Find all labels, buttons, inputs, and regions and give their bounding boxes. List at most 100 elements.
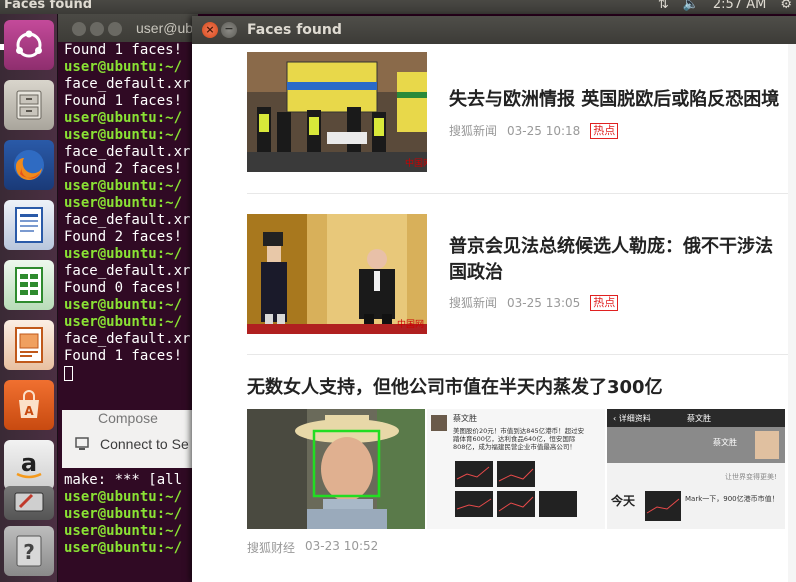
terminal-window[interactable]: user@ubuntu Found 1 faces!user@ubuntu:~/… [58,14,198,582]
maximize-icon[interactable] [108,22,122,36]
terminal-line: make: *** [all [64,472,183,488]
terminal-line: user@ubuntu:~/ [64,506,183,522]
running-indicator [0,44,4,50]
svg-text:中国网: 中国网 [405,157,427,169]
article-source: 搜狐新闻 [449,296,498,310]
terminal-line: user@ubuntu:~/ [64,59,183,75]
gallery-photo-face[interactable] [247,409,425,529]
terminal-line: user@ubuntu:~/ [64,195,183,211]
gear-icon[interactable]: ⚙ [780,0,792,11]
minimize-icon[interactable] [90,22,104,36]
monitor-icon [75,437,89,450]
panel2-name: 蔡文胜 [453,413,477,423]
terminal-line: Found 2 faces! [64,161,183,177]
svg-text:蔡文胜: 蔡文胜 [713,437,737,447]
article-headline[interactable]: 无数女人支持，但他公司市值在半天内蒸发了300亿 [247,373,663,399]
close-icon[interactable] [72,22,86,36]
news-article[interactable]: 中国网 失去与欧洲情报 英国脱欧后或陷反恐困境 搜狐新闻 03-25 10:18… [247,44,792,194]
faces-found-window[interactable]: × − Faces found 中国 失去与欧洲情报 英国脱欧后或陷反恐困境 搜… [192,16,796,582]
gallery-screenshot-profile[interactable]: ‹ 详细资料 蔡文胜 蔡文胜 让世界变得更美! 今天 Mark一下，900亿港币… [607,409,785,529]
top-panel: Faces found ⇅ 🔈 2:57 AM ⚙ [0,0,796,14]
article-source: 搜狐新闻 [449,124,498,138]
article-meta: 搜狐财经 03-23 10:52 [247,539,378,556]
calc-icon[interactable] [4,260,54,310]
impress-icon[interactable] [4,320,54,370]
window-title: Faces found [247,22,342,38]
news-feed[interactable]: 中国网 失去与欧洲情报 英国脱欧后或陷反恐困境 搜狐新闻 03-25 10:18… [192,44,796,582]
svg-text:?: ? [23,540,35,564]
terminal-line: Found 2 faces! [64,229,183,245]
article-time: 03-25 13:05 [507,295,581,310]
article-time: 03-25 10:18 [507,123,581,138]
shopping-bag-icon[interactable]: A [4,380,54,430]
minimize-icon[interactable]: − [221,22,237,38]
terminal-line: user@ubuntu:~/ [64,297,183,313]
terminal-line: user@ubuntu:~/ [64,523,183,539]
article-gallery[interactable]: 蔡文胜 美图股价20元！市值到达845亿港币！超过安 踏体育600亿，达利食品6… [247,409,787,529]
unity-launcher: A a ? [0,14,58,582]
faces-window-titlebar[interactable]: × − Faces found [192,16,796,44]
terminal-titlebar[interactable]: user@ubuntu [58,14,198,42]
terminal-title: user@ubuntu [136,20,198,36]
article-time: 03-23 10:52 [305,539,379,553]
terminal-line: face_default.xr [64,76,191,92]
news-article[interactable]: 中国网 普京会见法总统候选人勒庞：俄不干涉法国政治 搜狐新闻 03-25 13:… [247,194,792,355]
terminal-cursor [64,365,73,381]
menu-item-connect-label: Connect to Se [100,436,189,452]
article-meta: 搜狐新闻 03-25 13:05 热点 [449,294,619,311]
terminal-line: Found 1 faces! [64,42,183,58]
svg-text:‹ 详细资料: ‹ 详细资料 [613,413,651,423]
article-thumbnail[interactable]: 中国网 [247,214,427,334]
clock[interactable]: 2:57 AM [713,0,766,11]
file-cabinet-icon[interactable] [4,80,54,130]
writer-icon[interactable] [4,200,54,250]
menu-item-connect[interactable]: Connect to Se [74,436,189,452]
article-meta: 搜狐新闻 03-25 10:18 热点 [449,122,619,139]
amazon-icon[interactable]: a [4,440,54,490]
article-headline[interactable]: 普京会见法总统候选人勒庞：俄不干涉法国政治 [449,234,789,286]
terminal-line: user@ubuntu:~/ [64,178,183,194]
firefox-icon[interactable] [4,140,54,190]
terminal-line: face_default.xr [64,263,191,279]
svg-text:蔡文胜: 蔡文胜 [687,413,711,423]
terminal-line: user@ubuntu:~/ [64,489,183,505]
gallery-screenshot-weibo[interactable]: 蔡文胜 美图股价20元！市值到达845亿港币！超过安 踏体育600亿，达利食品6… [427,409,605,529]
terminal-output-lower[interactable]: make: *** [all user@ubuntu:~/user@ubuntu:… [64,472,182,557]
terminal-line: user@ubuntu:~/ [64,314,183,330]
terminal-line: Found 1 faces! [64,348,183,364]
context-menu: Compose Connect to Se [62,410,202,468]
terminal-line: face_default.xr [64,331,191,347]
terminal-line: face_default.xr [64,212,191,228]
svg-text:808亿，成为福建民营企业市值最高公司！: 808亿，成为福建民营企业市值最高公司！ [453,442,576,451]
news-article-gallery[interactable]: 无数女人支持，但他公司市值在半天内蒸发了300亿 蔡文胜 美图股价20元！市值到… [247,355,792,582]
network-icon[interactable]: ⇅ [658,0,669,11]
active-app-title: Faces found [4,0,93,12]
ubuntu-logo-icon[interactable] [4,20,54,70]
terminal-line: user@ubuntu:~/ [64,127,183,143]
system-tray: ⇅ 🔈 2:57 AM ⚙ [658,0,792,11]
terminal-line: user@ubuntu:~/ [64,110,183,126]
svg-text:Mark一下，900亿港币市值！: Mark一下，900亿港币市值！ [685,494,779,503]
hot-badge: 热点 [590,294,619,311]
terminal-line: user@ubuntu:~/ [64,540,183,556]
close-icon[interactable]: × [202,22,218,38]
svg-text:A: A [24,404,34,418]
settings-icon[interactable] [4,486,54,520]
svg-text:a: a [21,449,37,477]
article-thumbnail[interactable]: 中国网 [247,52,427,172]
svg-text:美图股价20元！市值到达845亿港币！超过安: 美图股价20元！市值到达845亿港币！超过安 [453,426,585,435]
terminal-line: user@ubuntu:~/ [64,246,183,262]
volume-icon[interactable]: 🔈 [683,0,699,11]
menu-item-compose[interactable]: Compose [98,410,158,426]
svg-text:让世界变得更美!: 让世界变得更美! [725,472,777,481]
svg-text:踏体育600亿，达利食品640亿，恒安国际: 踏体育600亿，达利食品640亿，恒安国际 [453,434,576,443]
feed-scrollbar[interactable] [788,44,796,582]
terminal-output[interactable]: Found 1 faces! user@ubuntu:~/face_default… [64,42,190,382]
terminal-line: Found 0 faces! [64,280,183,296]
terminal-line: Found 1 faces! [64,93,183,109]
hot-badge: 热点 [590,122,619,139]
help-icon[interactable]: ? [4,526,54,576]
terminal-line: face_default.xr [64,144,191,160]
svg-text:今天: 今天 [610,493,636,508]
article-headline[interactable]: 失去与欧洲情报 英国脱欧后或陷反恐困境 [449,87,789,113]
